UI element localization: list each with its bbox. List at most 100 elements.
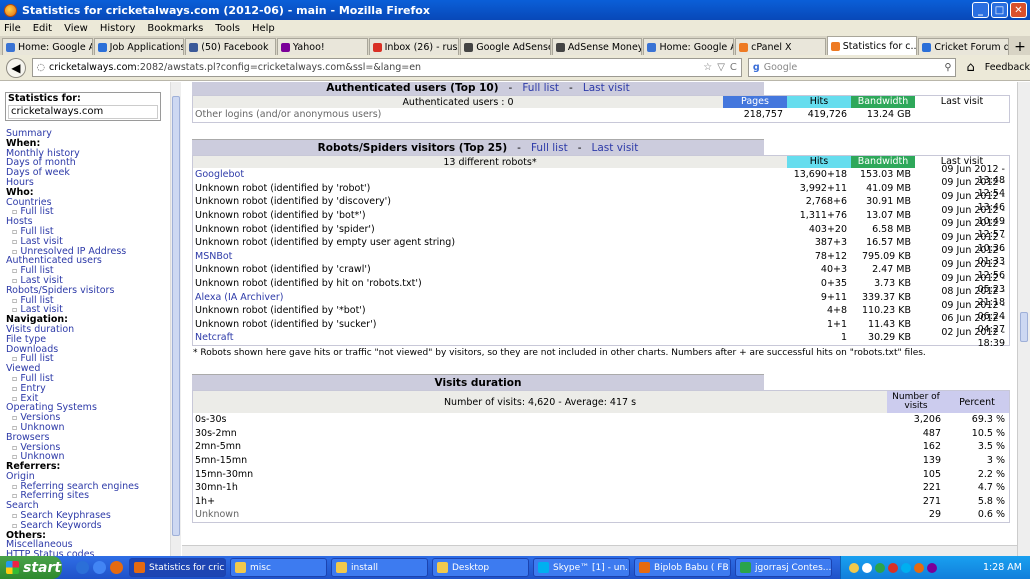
menu-file[interactable]: File — [4, 23, 21, 34]
robot-name[interactable]: Alexa (IA Archiver) — [193, 292, 787, 303]
table-row: Googlebot 13,690+18 153.03 MB 09 Jun 2012 -… — [193, 164, 1009, 186]
robot-name: Unknown robot (identified by '*bot') — [195, 305, 366, 317]
robot-hits: 1 — [840, 332, 847, 344]
url-host: cricketalways.com — [49, 62, 137, 73]
taskbar-button[interactable]: Biplob Babu ( FB ... — [634, 558, 731, 577]
new-tab-button[interactable]: + — [1010, 38, 1030, 55]
tab-1[interactable]: Job Applications -... — [93, 38, 185, 55]
robot-hits: 9+11 — [820, 291, 847, 303]
tray-icon[interactable] — [914, 562, 924, 573]
quick-launch — [76, 561, 123, 574]
duration-range: 2mn-5mn — [195, 441, 242, 453]
duration-range: Unknown — [195, 509, 240, 521]
robot-bandwidth: 339.37 KB — [861, 291, 911, 303]
tab-10[interactable]: Cricket Forum dis... — [918, 38, 1010, 55]
taskbar-label: Biplob Babu ( FB ... — [654, 562, 730, 573]
taskbar-app-icon — [235, 562, 246, 573]
robot-hits: 4+8 — [826, 305, 847, 317]
bookmark-star-icon[interactable]: ☆ — [703, 62, 712, 73]
reload-icon[interactable]: C — [730, 62, 737, 73]
full-list-link[interactable]: Full list — [531, 142, 568, 154]
windows-taskbar: start Statistics for cric... misc install D… — [0, 556, 1030, 579]
tray-icon[interactable] — [888, 562, 898, 573]
last-visit-link[interactable]: Last visit — [591, 142, 638, 154]
feedback-button[interactable]: Feedback — [985, 62, 1030, 73]
tab-favicon-icon — [97, 42, 107, 52]
table-row: MSNBot 78+12 795.09 KB 09 Jun 2012 - 01:33 — [193, 245, 1009, 267]
taskbar-button[interactable]: Desktop — [432, 558, 529, 577]
search-bar[interactable]: g Google ⚲ — [747, 58, 957, 77]
robots-rows: Googlebot 13,690+18 153.03 MB 09 Jun 2012 -… — [193, 164, 1009, 349]
visits-duration-table: Number of visits: 4,620 - Average: 417 s… — [192, 390, 1010, 523]
tray-icon[interactable] — [927, 562, 937, 573]
start-button[interactable]: start — [0, 556, 62, 579]
tab-9[interactable]: Statistics for c...✕ — [826, 36, 918, 55]
stats-for-value: cricketalways.com — [8, 105, 158, 119]
sidebar-scroll-thumb[interactable] — [172, 96, 180, 536]
table-row: Unknown robot (identified by 'discovery'… — [193, 191, 1009, 213]
horizontal-scrollbar[interactable] — [182, 545, 1017, 556]
taskbar-app-icon — [740, 562, 751, 573]
firefox-quick-icon[interactable] — [110, 561, 123, 574]
tab-8[interactable]: cPanel X — [735, 38, 826, 55]
taskbar-button[interactable]: jgorrasj Contes... — [735, 558, 832, 577]
robot-hits: 1,311+76 — [799, 210, 847, 222]
taskbar-button[interactable]: Skype™ [1] - un... — [533, 558, 630, 577]
tab-6[interactable]: AdSense Money: ... — [551, 38, 643, 55]
maximize-button[interactable]: □ — [991, 2, 1008, 18]
chrome-icon[interactable] — [93, 561, 106, 574]
tab-label: Home: Google Ad... — [659, 41, 733, 53]
history-dropdown-icon[interactable]: ▽ — [717, 62, 725, 73]
tab-0[interactable]: Home: Google Ad... — [2, 38, 93, 55]
tab-3[interactable]: Yahoo! — [276, 38, 368, 55]
full-list-link[interactable]: Full list — [522, 82, 559, 94]
tab-favicon-icon — [555, 42, 565, 52]
robot-bandwidth: 2.47 MB — [872, 264, 911, 276]
robot-name[interactable]: MSNBot — [193, 251, 787, 262]
visit-count: 162 — [922, 441, 941, 453]
tray-icon[interactable] — [862, 562, 872, 573]
tab-5[interactable]: Google AdSense ... — [460, 38, 551, 55]
tray-icon[interactable] — [901, 562, 911, 573]
robot-name[interactable]: Netcraft — [193, 332, 787, 343]
table-row: 0s-30s 3,206 69.3 % — [193, 413, 1009, 427]
main-scroll-thumb[interactable] — [1020, 312, 1028, 342]
close-button[interactable]: ✕ — [1010, 2, 1027, 18]
menu-tools[interactable]: Tools — [215, 23, 240, 34]
taskbar-button[interactable]: Statistics for cric... — [129, 558, 226, 577]
menu-view[interactable]: View — [64, 23, 88, 34]
visit-percent: 0.6 % — [977, 509, 1005, 521]
back-arrow-icon[interactable]: ◀ — [6, 57, 26, 78]
robot-name[interactable]: Googlebot — [193, 169, 787, 180]
sidebar-link[interactable]: HTTP Status codes — [6, 549, 94, 556]
menu-edit[interactable]: Edit — [33, 23, 52, 34]
robot-hits: 40+3 — [820, 264, 847, 276]
tab-label: Cricket Forum dis... — [934, 41, 1008, 53]
minimize-button[interactable]: _ — [972, 2, 989, 18]
robot-last-visit: 02 Jun 2012 - 18:39 — [941, 326, 1005, 349]
table-row: 1h+ 271 5.8 % — [193, 495, 1009, 509]
tab-label: Job Applications -... — [109, 41, 185, 53]
sidebar-scrollbar[interactable] — [170, 82, 181, 556]
menu-history[interactable]: History — [100, 23, 136, 34]
tab-7[interactable]: Home: Google Ad... — [643, 38, 735, 55]
home-icon[interactable]: ⌂ — [966, 60, 974, 75]
robots-section: Robots/Spiders visitors (Top 25) - Full … — [192, 139, 1010, 358]
table-header: 13 different robots* Hits Bandwidth Last… — [193, 156, 1009, 168]
taskbar-button[interactable]: misc — [230, 558, 327, 577]
menu-help[interactable]: Help — [252, 23, 275, 34]
last-visit-link[interactable]: Last visit — [583, 82, 630, 94]
tray-icon[interactable] — [875, 562, 885, 573]
tab-4[interactable]: Inbox (26) - russ... — [368, 38, 460, 55]
globe-icon: ◌ — [36, 62, 45, 73]
taskbar-button[interactable]: install — [331, 558, 428, 577]
ie-icon[interactable] — [76, 561, 89, 574]
main-scrollbar[interactable] — [1017, 82, 1030, 556]
visit-percent: 2.2 % — [977, 468, 1005, 480]
tab-2[interactable]: (50) Facebook — [185, 38, 276, 55]
tray-icon[interactable] — [849, 562, 859, 573]
menu-bookmarks[interactable]: Bookmarks — [147, 23, 203, 34]
url-bar[interactable]: ◌ cricketalways.com:2082/awstats.pl?conf… — [31, 58, 742, 77]
magnifier-icon[interactable]: ⚲ — [945, 62, 956, 73]
taskbar-app-icon — [639, 562, 650, 573]
